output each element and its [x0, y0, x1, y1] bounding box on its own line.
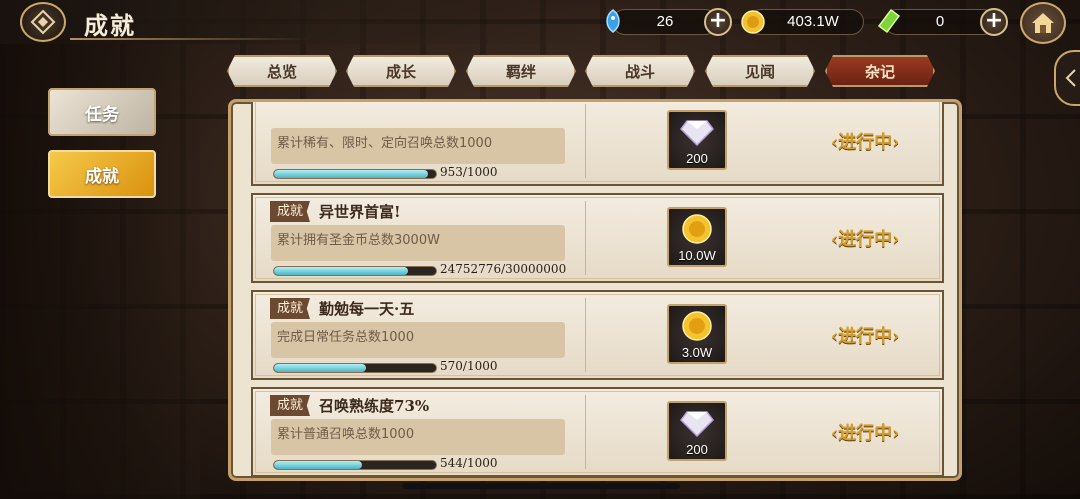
- side-expand-button[interactable]: [1054, 50, 1080, 106]
- diamond-crystal-icon: [669, 403, 725, 443]
- achievement-row: 累计稀有、限时、定向召唤总数1000 953/1000 200 ‹进行中›: [251, 102, 944, 186]
- house-icon: [1032, 13, 1054, 33]
- status-right-arrow: ›: [892, 132, 900, 153]
- gold-coin-icon: [740, 8, 766, 36]
- gold-coin-icon: [669, 306, 725, 346]
- progress-fill: [274, 267, 408, 275]
- tab-growth[interactable]: 成长: [346, 55, 456, 87]
- status-text: 进行中: [838, 423, 893, 444]
- progress-text: 953/1000: [440, 165, 498, 179]
- progress-fill: [274, 364, 367, 372]
- diamond-crystal-icon: [669, 112, 725, 152]
- achievement-title: 异世界首富!: [319, 203, 401, 221]
- row-divider: [585, 298, 586, 372]
- status-label: ‹进行中›: [831, 225, 899, 251]
- tab-knowledge[interactable]: 见闻: [705, 55, 815, 87]
- tab-bond[interactable]: 羁绊: [466, 55, 576, 87]
- achievement-desc: 完成日常任务总数1000: [271, 322, 565, 358]
- progress-fill: [274, 461, 363, 469]
- achievement-title: 召唤熟练度73%: [319, 397, 430, 415]
- progress-bar: [273, 266, 437, 276]
- left-tab-tasks[interactable]: 任务: [48, 88, 156, 136]
- home-indicator: [402, 483, 680, 489]
- tab-misc[interactable]: 杂记: [825, 55, 935, 87]
- status-label: ‹进行中›: [831, 419, 899, 445]
- back-button[interactable]: [20, 2, 66, 42]
- status-right-arrow: ›: [892, 423, 900, 444]
- left-tab-achievements[interactable]: 成就: [48, 150, 156, 198]
- achievement-desc: 累计拥有圣金币总数3000W: [271, 225, 565, 261]
- achievement-badge: 成就: [270, 395, 310, 416]
- green-crystal-icon: [876, 7, 902, 35]
- gold-coin-icon: [669, 209, 725, 249]
- progress-text: 544/1000: [440, 456, 498, 470]
- status-text: 进行中: [838, 229, 893, 250]
- currency-fish: 26: [612, 9, 718, 35]
- achievement-panel: 累计稀有、限时、定向召唤总数1000 953/1000 200 ‹进行中› 成就…: [228, 99, 962, 481]
- reward-quantity: 200: [686, 151, 708, 166]
- currency-gold-value: 403.1W: [787, 13, 839, 30]
- status-text: 进行中: [838, 326, 893, 347]
- progress-text: 24752776/30000000: [440, 262, 567, 276]
- progress-fill: [274, 170, 429, 178]
- reward-slot[interactable]: 10.0W: [667, 207, 727, 267]
- status-label: ‹进行中›: [831, 128, 899, 154]
- home-button[interactable]: [1020, 2, 1066, 44]
- achievement-badge: 成就: [270, 298, 310, 319]
- progress-bar: [273, 363, 437, 373]
- reward-quantity: 3.0W: [681, 345, 713, 360]
- row-divider: [585, 201, 586, 275]
- tab-battle[interactable]: 战斗: [585, 55, 695, 87]
- achievement-row: 成就 勤勉每一天·五 完成日常任务总数1000 570/1000 3.0W ‹进…: [251, 290, 944, 380]
- reward-slot[interactable]: 200: [667, 110, 727, 170]
- title-underline: [70, 38, 310, 40]
- status-label: ‹进行中›: [831, 322, 899, 348]
- reward-quantity: 10.0W: [678, 248, 716, 263]
- currency-fish-value: 26: [656, 13, 674, 30]
- achievement-list[interactable]: 累计稀有、限时、定向召唤总数1000 953/1000 200 ‹进行中› 成就…: [251, 102, 944, 478]
- achievement-desc: 累计稀有、限时、定向召唤总数1000: [271, 128, 565, 164]
- reward-quantity: 200: [686, 442, 708, 457]
- progress-bar: [273, 169, 437, 179]
- status-text: 进行中: [838, 132, 893, 153]
- add-fish-button[interactable]: +: [704, 8, 732, 36]
- achievement-row: 成就 召唤熟练度73% 累计普通召唤总数1000 544/1000 200 ‹进…: [251, 387, 944, 477]
- tab-overview[interactable]: 总览: [227, 55, 337, 87]
- row-divider: [585, 104, 586, 178]
- diamond-back-icon: [30, 9, 56, 35]
- reward-slot[interactable]: 3.0W: [667, 304, 727, 364]
- row-divider: [585, 395, 586, 469]
- status-right-arrow: ›: [892, 326, 900, 347]
- chevron-left-icon: [1065, 69, 1076, 87]
- achievement-row: 成就 异世界首富! 累计拥有圣金币总数3000W 24752776/300000…: [251, 193, 944, 283]
- achievement-badge: 成就: [270, 201, 310, 222]
- page-title: 成就: [84, 12, 136, 40]
- progress-bar: [273, 460, 437, 470]
- achievement-desc: 累计普通召唤总数1000: [271, 419, 565, 455]
- blue-fish-icon: [600, 7, 626, 35]
- add-crystal-button[interactable]: +: [980, 8, 1008, 36]
- achievement-title: 勤勉每一天·五: [319, 300, 415, 318]
- reward-slot[interactable]: 200: [667, 401, 727, 461]
- status-right-arrow: ›: [892, 229, 900, 250]
- progress-text: 570/1000: [440, 359, 498, 373]
